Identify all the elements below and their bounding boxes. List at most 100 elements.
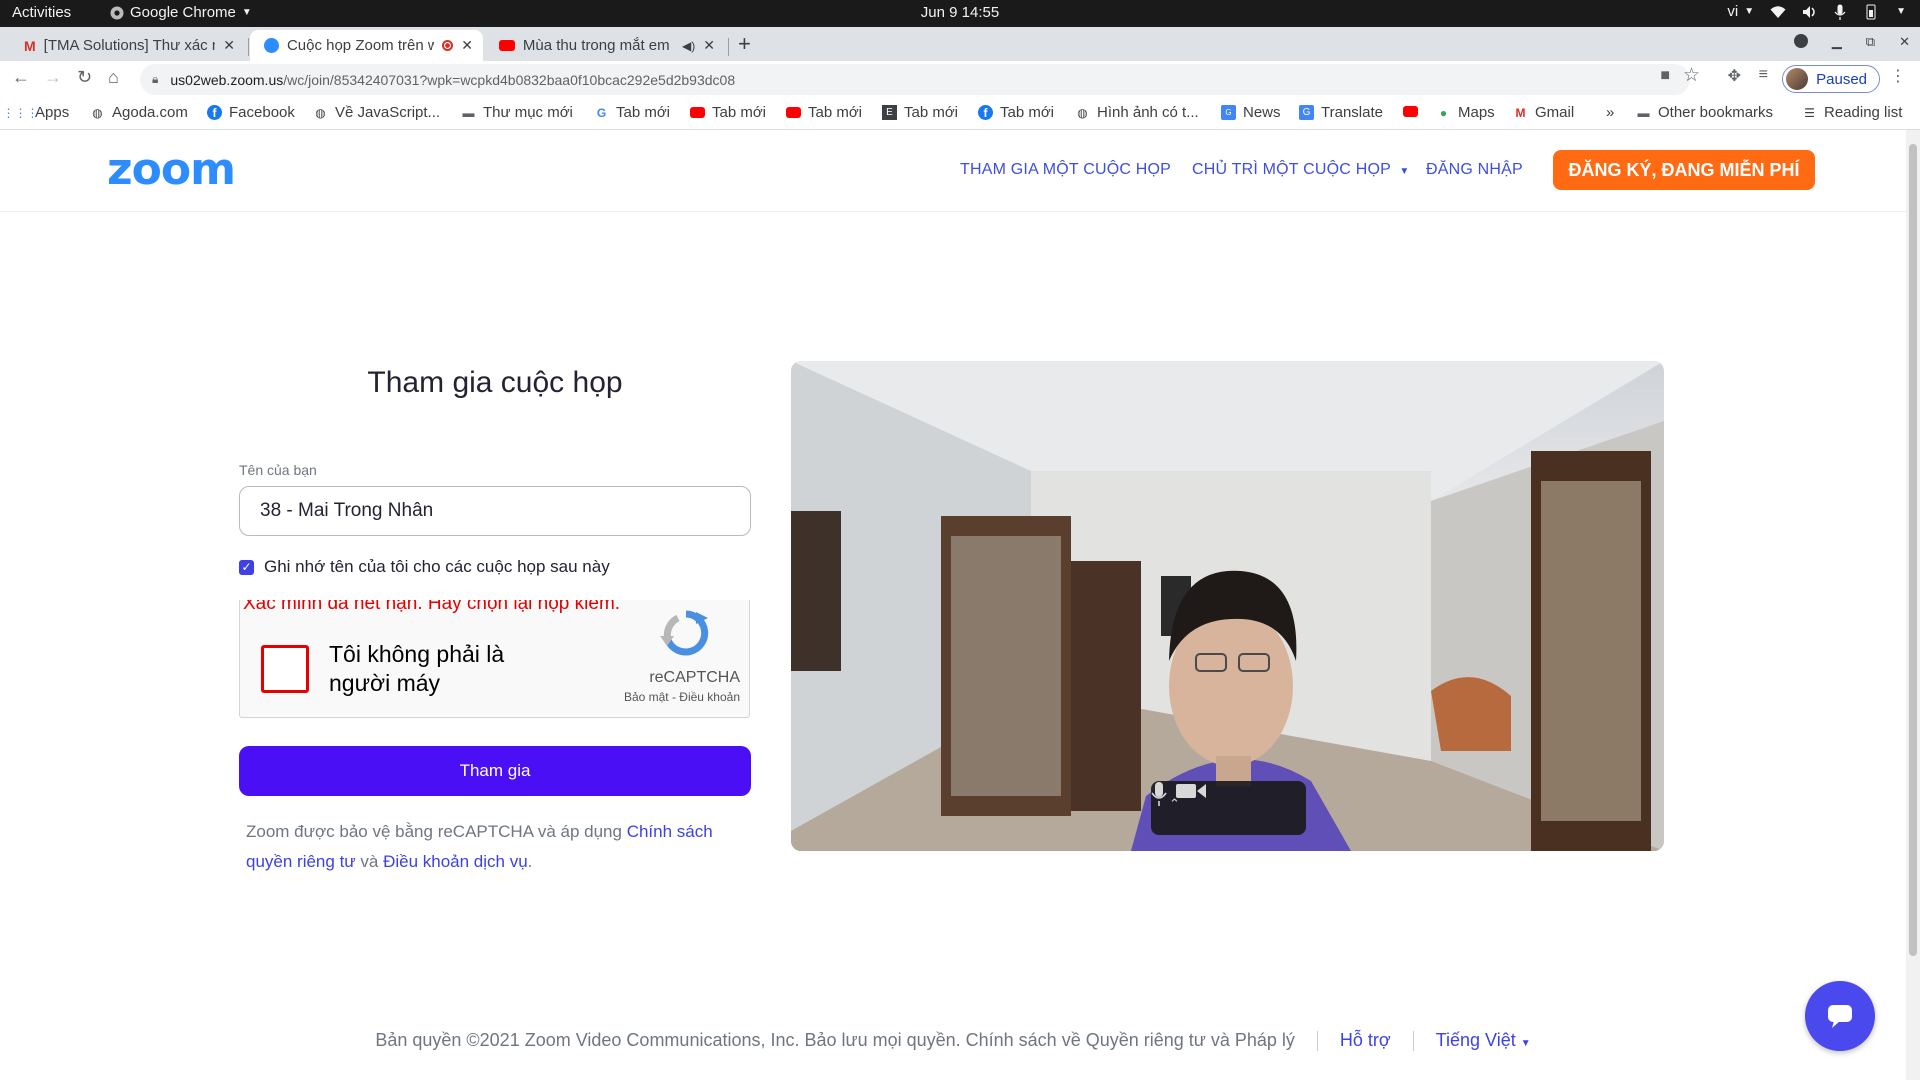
support-link[interactable]: Hỗ trợ [1340, 1030, 1391, 1050]
news-icon: G [1221, 105, 1236, 120]
terms-of-service-link[interactable]: Điều khoản dịch vụ [383, 852, 528, 871]
scrollbar-thumb[interactable] [1909, 144, 1917, 956]
forward-icon[interactable]: → [44, 67, 62, 88]
other-bookmarks[interactable]: ▬ Other bookmarks [1636, 104, 1774, 121]
bookmark-apps[interactable]: ⋮⋮⋮ Apps [2, 104, 70, 121]
bookmark-news[interactable]: G News [1221, 104, 1281, 121]
menu-kebab-icon[interactable]: ⋮ [1890, 66, 1906, 86]
activities-button[interactable]: Activities [12, 4, 71, 21]
gmail-icon: M [1515, 105, 1526, 120]
folder-icon: ▬ [462, 105, 475, 120]
bookmark-label: Tab mới [1000, 104, 1055, 121]
apps-grid-icon: ⋮⋮⋮ [2, 105, 39, 120]
bookmarks-overflow[interactable]: » [1606, 104, 1614, 121]
bookmark-label: Tab mới [808, 104, 863, 121]
page-scrollbar[interactable] [1906, 130, 1920, 1080]
preview-controls: ⌃ [1151, 781, 1306, 835]
bookmark-label: Translate [1321, 104, 1383, 121]
app-menu[interactable]: Google Chrome ▼ [110, 4, 252, 21]
nav-join-meeting[interactable]: THAM GIA MỘT CUỘC HỌP [960, 161, 1171, 179]
captcha-checkbox[interactable] [261, 645, 309, 693]
wifi-icon [1770, 5, 1786, 18]
site-footer: Bản quyền ©2021 Zoom Video Communication… [0, 1030, 1906, 1052]
bookmark-tab-youtube[interactable]: Tab mới [690, 104, 766, 121]
bookmark-label: Tab mới [712, 104, 767, 121]
bookmark-tab-evernote[interactable]: E Tab mới [882, 104, 958, 121]
checkbox-checked-icon[interactable]: ✓ [239, 559, 254, 575]
name-input[interactable] [239, 486, 751, 536]
reading-list[interactable]: ☰ Reading list [1802, 104, 1902, 121]
tab-strip: M [TMA Solutions] Thư xác nhận ✕ Cuộc họ… [0, 27, 1920, 61]
bookmark-label: Maps [1458, 104, 1495, 121]
bookmark-star-icon[interactable]: ☆ [1683, 64, 1700, 87]
bookmark-label: Facebook [229, 104, 295, 121]
bookmark-maps[interactable]: ● Maps [1436, 104, 1495, 121]
bookmark-folder[interactable]: ▬ Thư mục mới [461, 104, 573, 121]
back-icon[interactable]: ← [12, 67, 30, 88]
copyright-text[interactable]: Bản quyền ©2021 Zoom Video Communication… [375, 1030, 1295, 1050]
restore-icon[interactable]: ⧉ [1866, 34, 1875, 50]
bookmark-tab-google[interactable]: G Tab mới [594, 104, 670, 121]
video-camera-icon[interactable] [1175, 781, 1207, 801]
nav-sign-in[interactable]: ĐĂNG NHẬP [1426, 161, 1523, 179]
profile-button[interactable]: Paused [1782, 65, 1880, 93]
language-selector[interactable]: Tiếng Việt ▼ [1436, 1030, 1531, 1050]
youtube-icon [1403, 104, 1418, 119]
nav-host-meeting[interactable]: CHỦ TRÌ MỘT CUỘC HỌP ▼ [1192, 161, 1409, 179]
bookmark-label: Thư mục mới [483, 104, 573, 121]
close-tab-icon[interactable]: ✕ [223, 37, 235, 54]
bookmark-label: Tab mới [904, 104, 959, 121]
zoom-icon [264, 38, 279, 53]
lock-icon[interactable]: 🔒︎ [152, 72, 158, 87]
close-window-icon[interactable]: ✕ [1899, 34, 1910, 50]
bookmark-label: News [1243, 104, 1281, 121]
bookmark-agoda[interactable]: ◍ Agoda.com [90, 104, 188, 121]
bookmark-javascript[interactable]: ◍ Về JavaScript... [313, 104, 440, 121]
tab-youtube[interactable]: Mùa thu trong mắt em ◀) ✕ [485, 30, 725, 61]
globe-icon: ◍ [315, 105, 326, 120]
camera-in-use-icon[interactable]: ■ [1660, 67, 1670, 85]
caret-down-icon: ▼ [1520, 1038, 1531, 1049]
bookmark-gmail[interactable]: M Gmail [1513, 104, 1575, 121]
media-control-icon[interactable]: ≡ [1759, 66, 1768, 84]
youtube-icon [786, 105, 801, 120]
system-tray[interactable]: vi ▼ ▼ [1727, 3, 1906, 20]
bookmark-tab-youtube[interactable]: Tab mới [786, 104, 862, 121]
tab-gmail[interactable]: M [TMA Solutions] Thư xác nhận ✕ [10, 30, 245, 61]
extensions-icon[interactable]: ✥ [1728, 66, 1741, 86]
bookmark-label: Hình ảnh có t... [1097, 104, 1199, 121]
microphone-icon[interactable] [1151, 781, 1167, 807]
bookmark-facebook[interactable]: f Facebook [207, 104, 295, 121]
tab-zoom[interactable]: Cuộc họp Zoom trên web ✕ [250, 30, 483, 61]
volume-icon [1803, 5, 1815, 18]
address-bar[interactable]: 🔒︎ us02web.zoom.us /wc/join/85342407031?… [140, 64, 1690, 95]
signup-button[interactable]: ĐĂNG KÝ, ĐANG MIỄN PHÍ [1553, 150, 1815, 190]
close-tab-icon[interactable]: ✕ [461, 37, 473, 54]
minimize-icon[interactable]: ▁ [1832, 34, 1842, 50]
new-tab-button[interactable]: + [738, 31, 751, 57]
remember-name-checkbox[interactable]: ✓ Ghi nhớ tên của tôi cho các cuộc họp s… [239, 557, 610, 577]
home-icon[interactable]: ⌂ [108, 67, 119, 88]
legal-text: và [355, 852, 384, 871]
bookmark-youtube[interactable] [1403, 104, 1425, 119]
reload-icon[interactable]: ↻ [77, 67, 92, 88]
tab-search-icon[interactable] [1793, 34, 1808, 48]
clock[interactable]: Jun 9 14:55 [0, 4, 1920, 21]
bookmark-translate[interactable]: G Translate [1299, 104, 1383, 121]
join-button[interactable]: Tham gia [239, 746, 751, 796]
bookmark-images[interactable]: ◍ Hình ảnh có t... [1075, 104, 1199, 121]
caret-down-icon: ▼ [241, 7, 252, 18]
chat-support-button[interactable] [1805, 981, 1875, 1051]
captcha-error: Xác minh đã hết hạn. Hãy chọn lại hộp ki… [243, 600, 621, 614]
globe-icon: ◍ [1077, 105, 1088, 120]
bookmark-label: Tab mới [616, 104, 671, 121]
globe-icon: ◍ [92, 105, 103, 120]
bookmark-tab-facebook[interactable]: f Tab mới [978, 104, 1054, 121]
browser-toolbar: ← → ↻ ⌂ 🔒︎ us02web.zoom.us /wc/join/8534… [0, 61, 1920, 97]
recaptcha-terms-link[interactable]: Bảo mật - Điều khoản [570, 690, 740, 704]
close-tab-icon[interactable]: ✕ [703, 37, 715, 54]
zoom-logo[interactable]: zoom [107, 144, 236, 195]
input-language[interactable]: vi [1727, 3, 1738, 20]
reading-list-label: Reading list [1824, 104, 1903, 121]
captcha-label: Tôi không phải là người máy [329, 641, 505, 696]
